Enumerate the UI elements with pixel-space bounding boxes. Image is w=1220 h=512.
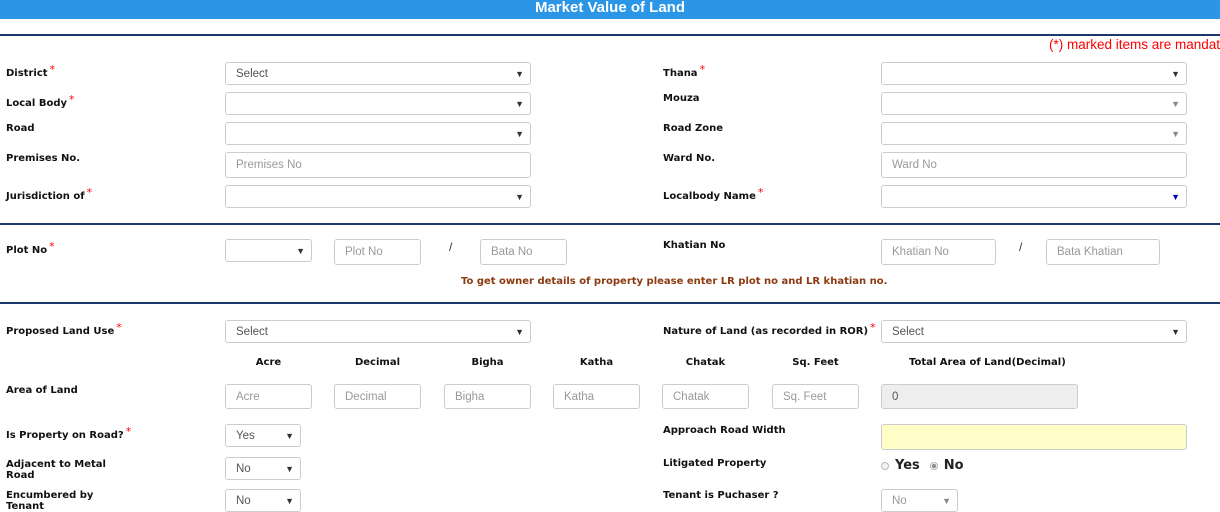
mouza-select[interactable]: ▼ bbox=[881, 92, 1187, 115]
litigated-yes-radio[interactable] bbox=[881, 461, 889, 470]
tenant-is-purchaser-select[interactable]: No ▼ bbox=[881, 489, 958, 512]
litigated-no-label[interactable]: No bbox=[944, 458, 964, 473]
chevron-down-icon: ▼ bbox=[285, 430, 294, 441]
nature-of-land-label: Nature of Land (as recorded in ROR) * bbox=[663, 321, 876, 337]
chevron-down-icon: ▼ bbox=[515, 128, 524, 139]
chevron-down-icon: ▼ bbox=[515, 98, 524, 109]
bata-no-input[interactable]: Bata No bbox=[480, 239, 567, 265]
divider bbox=[0, 34, 1220, 36]
chevron-down-icon: ▼ bbox=[1171, 128, 1180, 139]
mouza-label: Mouza bbox=[663, 93, 700, 104]
proposed-land-use-label: Proposed Land Use * bbox=[6, 321, 122, 337]
ward-no-label: Ward No. bbox=[663, 153, 716, 164]
chevron-down-icon: ▼ bbox=[1171, 191, 1180, 202]
district-select[interactable]: Select ▼ bbox=[225, 62, 531, 85]
khatian-no-label: Khatian No bbox=[663, 240, 726, 251]
adjacent-metal-road-select[interactable]: No ▼ bbox=[225, 457, 301, 480]
road-zone-select[interactable]: ▼ bbox=[881, 122, 1187, 145]
chevron-down-icon: ▼ bbox=[515, 68, 524, 79]
chevron-down-icon: ▼ bbox=[1171, 326, 1180, 337]
litigated-property-radio-group: Yes No bbox=[881, 458, 974, 473]
tenant-is-purchaser-label: Tenant is Puchaser ? bbox=[663, 490, 779, 501]
litigated-property-label: Litigated Property bbox=[663, 458, 767, 469]
localbody-name-label: Localbody Name * bbox=[663, 186, 764, 202]
area-of-land-label: Area of Land bbox=[6, 385, 78, 396]
local-body-label: Local Body * bbox=[6, 93, 75, 109]
encumbered-by-tenant-select[interactable]: No ▼ bbox=[225, 489, 301, 512]
road-select[interactable]: ▼ bbox=[225, 122, 531, 145]
total-area-header: Total Area of Land(Decimal) bbox=[909, 357, 1066, 368]
district-label: District * bbox=[6, 63, 56, 79]
owner-details-hint: To get owner details of property please … bbox=[461, 276, 888, 287]
litigated-no-radio[interactable] bbox=[929, 461, 938, 470]
thana-select[interactable]: ▼ bbox=[881, 62, 1187, 85]
local-body-select[interactable]: ▼ bbox=[225, 92, 531, 115]
road-label: Road bbox=[6, 123, 35, 134]
bigha-input[interactable]: Bigha bbox=[444, 384, 531, 409]
chevron-down-icon: ▼ bbox=[1171, 68, 1180, 79]
divider bbox=[0, 302, 1220, 304]
localbody-name-select[interactable]: ▼ bbox=[881, 185, 1187, 208]
chatak-header: Chatak bbox=[685, 357, 726, 368]
khatian-no-input[interactable]: Khatian No bbox=[881, 239, 996, 265]
decimal-input[interactable]: Decimal bbox=[334, 384, 421, 409]
property-on-road-label: Is Property on Road? * bbox=[6, 425, 132, 441]
bigha-header: Bigha bbox=[471, 357, 504, 368]
approach-road-width-input[interactable] bbox=[881, 424, 1187, 450]
sq-feet-header: Sq. Feet bbox=[792, 357, 839, 368]
proposed-land-use-select[interactable]: Select ▼ bbox=[225, 320, 531, 343]
chevron-down-icon: ▼ bbox=[1171, 98, 1180, 109]
acre-input[interactable]: Acre bbox=[225, 384, 312, 409]
encumbered-by-tenant-label: Encumbered by Tenant bbox=[6, 490, 94, 512]
separator: / bbox=[449, 240, 453, 254]
ward-no-input[interactable]: Ward No bbox=[881, 152, 1187, 178]
katha-input[interactable]: Katha bbox=[553, 384, 640, 409]
chevron-down-icon: ▼ bbox=[285, 463, 294, 474]
chevron-down-icon: ▼ bbox=[515, 326, 524, 337]
jurisdiction-label: Jurisdiction of * bbox=[6, 186, 93, 202]
acre-header: Acre bbox=[255, 357, 282, 368]
sq-feet-input[interactable]: Sq. Feet bbox=[772, 384, 859, 409]
litigated-yes-label[interactable]: Yes bbox=[895, 458, 920, 473]
mandatory-note: (*) marked items are mandat bbox=[1049, 37, 1220, 52]
plot-no-input[interactable]: Plot No bbox=[334, 239, 421, 265]
bata-khatian-input[interactable]: Bata Khatian bbox=[1046, 239, 1160, 265]
page-title: Market Value of Land bbox=[0, 0, 1220, 19]
decimal-header: Decimal bbox=[354, 357, 401, 368]
chatak-input[interactable]: Chatak bbox=[662, 384, 749, 409]
katha-header: Katha bbox=[579, 357, 614, 368]
chevron-down-icon: ▼ bbox=[296, 245, 305, 256]
adjacent-metal-road-label: Adjacent to Metal Road bbox=[6, 459, 106, 481]
chevron-down-icon: ▼ bbox=[515, 191, 524, 202]
total-area-input: 0 bbox=[881, 384, 1078, 409]
separator: / bbox=[1019, 240, 1023, 254]
property-on-road-select[interactable]: Yes ▼ bbox=[225, 424, 301, 447]
road-zone-label: Road Zone bbox=[663, 123, 723, 134]
jurisdiction-select[interactable]: ▼ bbox=[225, 185, 531, 208]
premises-no-label: Premises No. bbox=[6, 153, 81, 164]
chevron-down-icon: ▼ bbox=[942, 495, 951, 506]
plot-type-select[interactable]: ▼ bbox=[225, 239, 312, 262]
plot-no-label: Plot No * bbox=[6, 240, 55, 256]
thana-label: Thana * bbox=[663, 63, 706, 79]
chevron-down-icon: ▼ bbox=[285, 495, 294, 506]
nature-of-land-select[interactable]: Select ▼ bbox=[881, 320, 1187, 343]
divider bbox=[0, 223, 1220, 225]
premises-no-input[interactable]: Premises No bbox=[225, 152, 531, 178]
approach-road-width-label: Approach Road Width bbox=[663, 425, 786, 436]
